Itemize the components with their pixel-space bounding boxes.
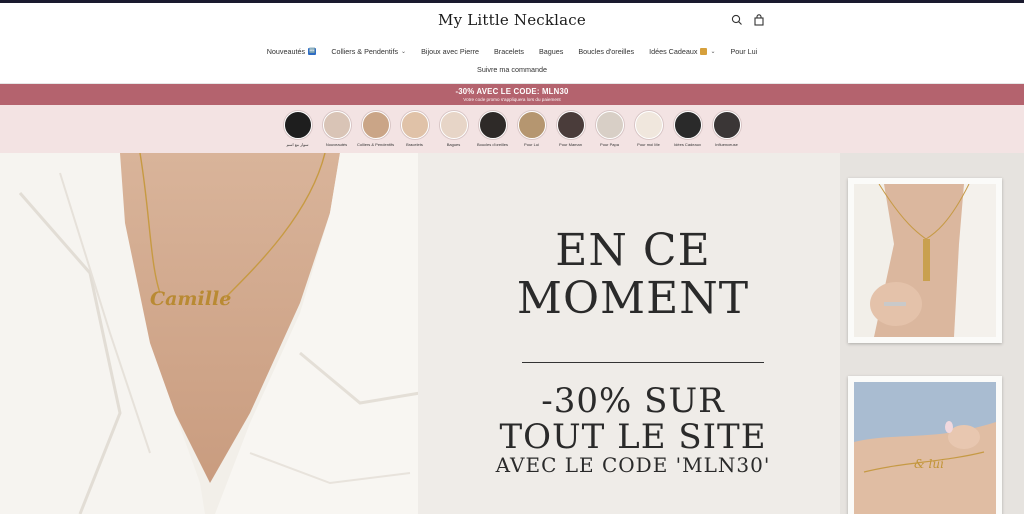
- category-item[interactable]: Bracelets: [400, 111, 430, 153]
- nav-item-idees-cadeaux[interactable]: Idées Cadeaux ⌄: [649, 47, 715, 56]
- category-label: Colliers & Pendentifs: [356, 142, 395, 147]
- nav-item-label: Pour Lui: [730, 47, 758, 56]
- site-header: My Little Necklace Nouveautés 🆕 Colliers…: [0, 3, 1024, 84]
- nav-item-nouveautes[interactable]: Nouveautés 🆕: [267, 47, 317, 56]
- category-thumbnail: [673, 111, 702, 139]
- hero-model-photo: Camille: [0, 153, 425, 514]
- category-thumbnail: [400, 111, 429, 139]
- nav-item-label: Nouveautés: [266, 47, 306, 56]
- nav-item-label: Colliers & Pendentifs: [331, 47, 399, 56]
- category-label: Bagues: [446, 142, 461, 147]
- new-badge-icon: 🆕: [308, 48, 317, 55]
- hero-headline-line1: EN CE: [555, 225, 711, 276]
- nav-item-label: Bagues: [538, 47, 564, 56]
- hero-banner[interactable]: Camille EN CE MOMENT -30% SUR TOUT LE SI…: [0, 153, 1024, 514]
- category-thumbnail: [283, 111, 312, 139]
- category-item[interactable]: Pour Maman: [556, 111, 586, 153]
- promo-subtitle: Votre code promo s'appliquera lors du pa…: [463, 97, 561, 102]
- nav-item-label: Boucles d'oreilles: [578, 47, 635, 56]
- category-item[interactable]: Boucles d'oreilles: [477, 111, 509, 153]
- category-label: Idées Cadeaux: [674, 142, 701, 147]
- promo-title: -30% AVEC LE CODE: MLN30: [455, 87, 569, 96]
- category-thumbnail: [322, 111, 351, 139]
- hero-offer-line1: -30% SUR: [541, 381, 725, 421]
- chevron-down-icon: ⌄: [710, 49, 716, 55]
- category-thumbnail: [517, 111, 546, 139]
- nav-item-bagues[interactable]: Bagues: [539, 47, 563, 56]
- category-item[interactable]: Pour Papa: [595, 111, 625, 153]
- category-thumbnail: [361, 111, 390, 139]
- category-thumbnail: [595, 111, 624, 139]
- category-label: سوار مع اسم: [286, 142, 309, 147]
- gift-icon: [700, 48, 708, 55]
- main-nav: Nouveautés 🆕 Colliers & Pendentifs ⌄ Bij…: [0, 47, 1024, 56]
- nav-item-label: Idées Cadeaux: [649, 47, 698, 56]
- hero-divider: [522, 362, 764, 363]
- nav-item-label: Bijoux avec Pierre: [421, 47, 480, 56]
- promo-bar[interactable]: -30% AVEC LE CODE: MLN30 Votre code prom…: [0, 84, 1024, 105]
- brand-logo[interactable]: My Little Necklace: [0, 11, 1024, 29]
- category-item[interactable]: سوار مع اسم: [283, 111, 313, 153]
- hero-offer-code: AVEC LE CODE 'MLN30': [495, 453, 771, 477]
- category-thumbnail: [634, 111, 663, 139]
- category-item[interactable]: Idées Cadeaux: [673, 111, 703, 153]
- category-thumbnail: [439, 111, 468, 139]
- category-thumbnail: [478, 111, 507, 139]
- category-thumbnail: [556, 111, 585, 139]
- category-label: Pour Maman: [559, 142, 582, 147]
- category-item[interactable]: Pour moi Me: [634, 111, 664, 153]
- nav-item-label: Bracelets: [494, 47, 524, 56]
- hero-offer-line2: TOUT LE SITE: [499, 417, 767, 457]
- category-label: Nouveautés: [325, 142, 348, 147]
- search-icon[interactable]: [730, 13, 744, 27]
- category-label: Pour Papa: [600, 142, 619, 147]
- category-item[interactable]: Nouveautés: [322, 111, 352, 153]
- nav-item-colliers[interactable]: Colliers & Pendentifs ⌄: [331, 47, 406, 56]
- header-icons: [730, 13, 766, 27]
- category-item[interactable]: Pour Lui: [517, 111, 547, 153]
- category-strip: سوار مع اسم Nouveautés Colliers & Pendenti…: [0, 105, 1024, 153]
- shopping-bag-icon[interactable]: [752, 13, 766, 27]
- hero-headline-line2: MOMENT: [516, 273, 750, 324]
- category-label: Bracelets: [406, 142, 423, 147]
- category-thumbnail: [712, 111, 741, 139]
- category-label: Influenceuse: [715, 142, 738, 147]
- nav-item-bracelets[interactable]: Bracelets: [494, 47, 524, 56]
- category-item[interactable]: Colliers & Pendentifs: [357, 111, 394, 153]
- category-label: Pour moi Me: [637, 142, 660, 147]
- nav-item-boucles[interactable]: Boucles d'oreilles: [578, 47, 634, 56]
- chevron-down-icon: ⌄: [401, 49, 407, 55]
- polaroid-bracelet: & lui: [848, 376, 1002, 514]
- category-label: Pour Lui: [524, 142, 539, 147]
- nav-item-bijoux-pierre[interactable]: Bijoux avec Pierre: [421, 47, 479, 56]
- nav-item-pour-lui[interactable]: Pour Lui: [730, 47, 757, 56]
- category-item[interactable]: Influenceuse: [712, 111, 742, 153]
- category-label: Boucles d'oreilles: [477, 142, 509, 147]
- category-item[interactable]: Bagues: [439, 111, 469, 153]
- svg-text:& lui: & lui: [914, 457, 944, 471]
- polaroid-bar-necklace: [848, 178, 1002, 343]
- necklace-name: Camille: [150, 288, 231, 310]
- nav-item-suivre-commande[interactable]: Suivre ma commande: [0, 65, 1024, 74]
